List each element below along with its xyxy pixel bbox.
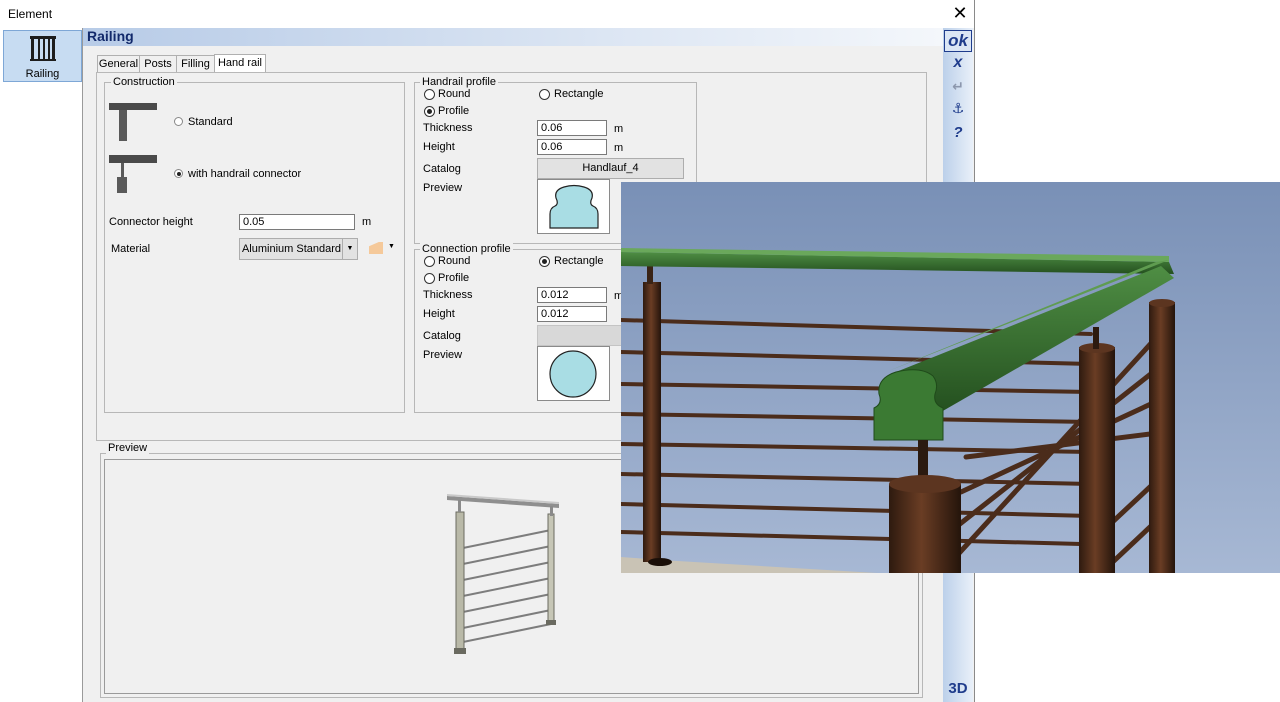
standard-label: Standard <box>188 116 233 128</box>
handrail-thickness-unit: m <box>614 123 624 135</box>
handrail-round-label: Round <box>438 88 471 100</box>
railing-icon <box>30 36 56 61</box>
sidebar-item-railing[interactable]: Railing <box>3 30 82 82</box>
standard-radio[interactable] <box>174 117 183 126</box>
handrail-profile-shape <box>549 184 599 229</box>
handrail-rectangle-radio[interactable] <box>539 89 550 100</box>
tab-hand-rail[interactable]: Hand rail <box>214 54 266 74</box>
handrail-catalog-value: Handlauf_4 <box>582 162 639 174</box>
connection-profile-shape <box>549 350 597 398</box>
handrail-profile-preview <box>537 179 610 234</box>
handrail-round-radio[interactable] <box>424 89 435 100</box>
help-icon[interactable]: ? <box>943 124 973 146</box>
element-type-sidebar: Railing <box>0 28 83 702</box>
3d-view-button[interactable]: 3D <box>943 680 973 702</box>
handrail-catalog-label: Catalog <box>423 163 461 175</box>
connector-height-label: Connector height <box>109 216 193 228</box>
chevron-down-icon[interactable]: ▼ <box>388 243 395 250</box>
cancel-button[interactable]: x <box>943 54 973 76</box>
handrail-catalog-button[interactable]: Handlauf_4 <box>537 158 684 179</box>
tab-posts[interactable]: Posts <box>139 55 177 73</box>
connection-preview-label: Preview <box>423 349 463 361</box>
with-handrail-connector-label: with handrail connector <box>188 168 302 180</box>
material-label: Material <box>111 243 151 255</box>
connection-thickness-label: Thickness <box>423 289 473 301</box>
connection-rectangle-label: Rectangle <box>554 255 604 267</box>
handrail-profile-group-label: Handrail profile <box>420 76 498 88</box>
handrail-height-unit: m <box>614 142 624 154</box>
material-select[interactable]: Aluminium Standard <box>239 238 344 260</box>
enter-icon[interactable]: ↵ <box>943 78 973 100</box>
handrail-rectangle-label: Rectangle <box>554 88 604 100</box>
page-title: Railing <box>87 28 134 44</box>
3d-scene <box>621 182 1280 573</box>
connection-profile-preview <box>537 346 610 401</box>
connection-round-radio[interactable] <box>424 256 435 267</box>
ok-label: ok <box>948 31 968 50</box>
connection-height-label: Height <box>423 308 455 320</box>
handrail-profile-label: Profile <box>438 105 470 117</box>
preview-group-label: Preview <box>106 442 150 454</box>
with-handrail-connector-radio[interactable] <box>174 169 183 178</box>
anchor-icon[interactable]: ⚓ <box>943 100 973 122</box>
handrail-thickness-input[interactable] <box>537 120 607 136</box>
connection-rectangle-radio[interactable] <box>539 256 550 267</box>
railing-preview-model <box>447 494 559 654</box>
connector-height-unit: m <box>362 216 372 228</box>
standard-construction-icon <box>109 103 157 141</box>
material-value: Aluminium Standard <box>241 243 342 255</box>
construction-group-label: Construction <box>111 76 177 88</box>
connection-thickness-input[interactable] <box>537 287 607 303</box>
ok-button[interactable]: ok <box>944 30 972 52</box>
header: Railing <box>83 28 943 46</box>
handrail-thickness-label: Thickness <box>423 122 473 134</box>
sidebar-item-label: Railing <box>25 68 60 80</box>
tab-general[interactable]: General <box>97 55 140 73</box>
window-title: Element <box>8 7 53 21</box>
connection-profile-group-label: Connection profile <box>420 243 513 255</box>
connection-profile-radio[interactable] <box>424 273 435 284</box>
connection-height-input[interactable] <box>537 306 607 322</box>
connection-round-label: Round <box>438 255 471 267</box>
title-bar: Element ✕ <box>0 0 974 28</box>
close-icon[interactable]: ✕ <box>946 2 974 26</box>
connector-height-input[interactable] <box>239 214 355 230</box>
material-dropdown-arrow[interactable]: ▼ <box>342 238 358 260</box>
handrail-connector-icon <box>109 155 157 193</box>
connection-catalog-label: Catalog <box>423 330 461 342</box>
handrail-profile-radio[interactable] <box>424 106 435 117</box>
connection-profile-label: Profile <box>438 272 470 284</box>
handrail-height-input[interactable] <box>537 139 607 155</box>
tab-filling[interactable]: Filling <box>176 55 215 73</box>
handrail-preview-label: Preview <box>423 182 463 194</box>
handrail-height-label: Height <box>423 141 455 153</box>
3d-railing-render <box>621 182 1280 573</box>
